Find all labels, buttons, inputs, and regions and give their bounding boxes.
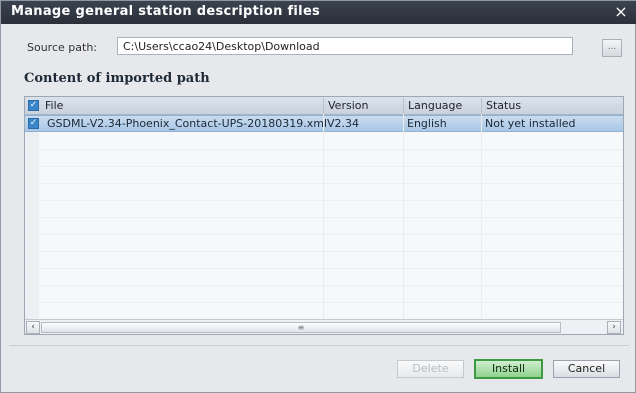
grip-icon: ≡ bbox=[297, 323, 305, 332]
manage-gsd-dialog: Manage general station description files… bbox=[0, 0, 636, 393]
grid-line bbox=[25, 183, 623, 184]
grid-line bbox=[25, 285, 623, 286]
source-path-field[interactable]: C:\Users\ccao24\Desktop\Download bbox=[117, 37, 573, 55]
grid-line bbox=[25, 149, 623, 150]
section-title: Content of imported path bbox=[24, 71, 210, 86]
horizontal-scrollbar[interactable]: ‹ ≡ › bbox=[25, 319, 623, 334]
source-path-label: Source path: bbox=[27, 41, 97, 54]
scroll-right-icon[interactable]: › bbox=[607, 321, 621, 334]
row-header-strip bbox=[25, 132, 39, 320]
column-divider bbox=[323, 114, 324, 319]
column-header-language[interactable]: Language bbox=[403, 98, 481, 113]
status-cell: Not yet installed bbox=[485, 117, 576, 130]
column-header-version[interactable]: Version bbox=[323, 98, 403, 113]
column-divider bbox=[403, 114, 404, 319]
title-bar: Manage general station description files… bbox=[1, 1, 636, 24]
footer-separator bbox=[9, 345, 629, 346]
table-header: ✓ File Version Language Status bbox=[25, 97, 623, 115]
ellipsis-icon: ... bbox=[607, 42, 617, 52]
browse-button[interactable]: ... bbox=[602, 39, 622, 57]
grid-line bbox=[25, 268, 623, 269]
gsd-file-table: ✓ File Version Language Status ✓ GSDML-V… bbox=[24, 96, 624, 335]
install-button[interactable]: Install bbox=[474, 359, 543, 379]
grid-line bbox=[25, 200, 623, 201]
select-all-checkbox[interactable]: ✓ bbox=[28, 100, 39, 111]
grid-line bbox=[25, 302, 623, 303]
grid-line bbox=[25, 251, 623, 252]
grid-line bbox=[25, 217, 623, 218]
dialog-title: Manage general station description files bbox=[11, 4, 321, 19]
file-cell: GSDML-V2.34-Phoenix_Contact-UPS-20180319… bbox=[47, 117, 328, 130]
table-row[interactable]: ✓ GSDML-V2.34-Phoenix_Contact-UPS-201803… bbox=[25, 115, 623, 132]
grid-line bbox=[25, 166, 623, 167]
language-cell: English bbox=[407, 117, 447, 130]
cancel-button[interactable]: Cancel bbox=[553, 360, 620, 378]
scrollbar-thumb[interactable]: ≡ bbox=[41, 322, 561, 333]
column-header-file[interactable]: File bbox=[41, 98, 323, 113]
delete-button[interactable]: Delete bbox=[397, 360, 464, 378]
grid-line bbox=[25, 234, 623, 235]
scroll-left-icon[interactable]: ‹ bbox=[26, 321, 40, 334]
row-checkbox[interactable]: ✓ bbox=[28, 118, 39, 129]
close-icon[interactable]: × bbox=[611, 3, 631, 21]
version-cell: V2.34 bbox=[327, 117, 360, 130]
column-header-status[interactable]: Status bbox=[481, 98, 623, 113]
column-divider bbox=[481, 114, 482, 319]
